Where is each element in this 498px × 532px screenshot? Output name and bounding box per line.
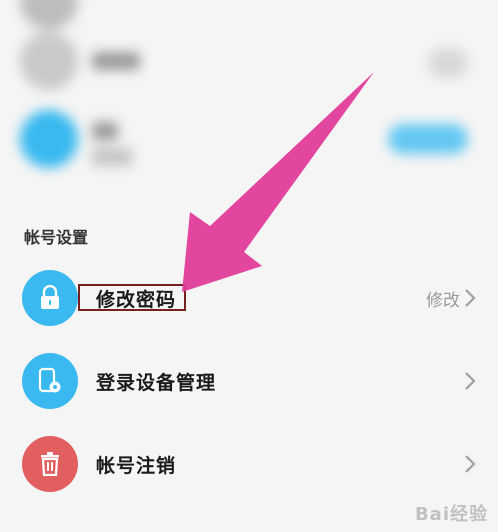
blurred-row (0, 32, 498, 92)
lock-icon-circle (22, 270, 78, 326)
blurred-content (0, 0, 498, 200)
login-device-management-row[interactable]: 登录设备管理 (0, 353, 498, 433)
watermark: Bai经验 (414, 504, 488, 525)
change-password-row[interactable]: 修改密码 修改 (0, 270, 498, 350)
blurred-row (0, 110, 498, 170)
chevron-right-icon (465, 289, 476, 307)
trash-icon-circle (22, 436, 78, 492)
lock-icon (41, 285, 59, 309)
row-value: 修改 (426, 291, 460, 311)
row-label: 帐号注销 (96, 455, 177, 477)
chevron-right-icon (465, 372, 476, 390)
device-icon-circle (22, 353, 78, 409)
settings-screen: 帐号设置 修改密码 修改 登录设备管理 帐号注销 Bai经验 (0, 0, 498, 532)
row-label: 登录设备管理 (96, 372, 217, 394)
chevron-right-icon (465, 455, 476, 473)
section-title: 帐号设置 (24, 228, 89, 247)
blurred-row (0, 0, 498, 32)
device-settings-icon (38, 367, 61, 393)
trash-icon (41, 452, 59, 476)
highlight-box (78, 284, 186, 311)
